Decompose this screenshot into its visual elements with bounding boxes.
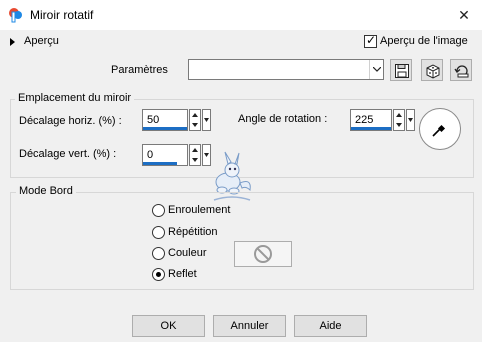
radio-selected-dot xyxy=(156,272,161,277)
close-button[interactable]: ✕ xyxy=(452,4,476,26)
save-preset-button[interactable] xyxy=(390,59,412,81)
preview-expander-label[interactable]: Aperçu xyxy=(24,35,59,47)
dropdown-arrow-icon xyxy=(408,118,413,122)
radio-color-label[interactable]: Couleur xyxy=(168,247,207,259)
horizontal-offset-input[interactable]: 50 xyxy=(142,109,188,131)
angle-needle-icon xyxy=(432,124,446,137)
save-icon xyxy=(395,64,409,78)
horizontal-offset-label: Décalage horiz. (%) : xyxy=(19,115,122,127)
randomize-button[interactable] xyxy=(421,59,443,81)
horizontal-offset-slider-fill xyxy=(143,127,187,130)
chevron-down-icon xyxy=(373,67,381,72)
radio-wrap-label[interactable]: Enroulement xyxy=(168,204,230,216)
rotation-angle-spinner[interactable] xyxy=(393,109,405,131)
window-title: Miroir rotatif xyxy=(30,8,94,22)
spin-down-icon[interactable] xyxy=(394,120,404,130)
spin-down-icon[interactable] xyxy=(190,120,200,130)
preview-checkbox[interactable]: ✓ xyxy=(364,33,377,48)
reset-icon xyxy=(454,65,469,78)
vertical-offset-input[interactable]: 0 xyxy=(142,144,188,166)
dropdown-arrow-icon xyxy=(204,118,209,122)
spin-down-icon[interactable] xyxy=(190,155,200,165)
radio-color[interactable] xyxy=(152,247,165,260)
app-logo-icon xyxy=(8,7,24,23)
radio-reflect[interactable] xyxy=(152,268,165,281)
help-button[interactable]: Aide xyxy=(294,315,367,337)
ok-button[interactable]: OK xyxy=(132,315,205,337)
rotation-angle-input[interactable]: 225 xyxy=(350,109,392,131)
vertical-offset-slider-fill xyxy=(143,162,177,165)
presets-label: Paramètres xyxy=(111,64,168,76)
reset-button[interactable] xyxy=(450,59,472,81)
radio-reflect-label[interactable]: Reflet xyxy=(168,268,197,280)
vertical-offset-spinner[interactable] xyxy=(189,144,201,166)
presets-dropdown-arrow[interactable] xyxy=(369,60,383,79)
checkmark-icon: ✓ xyxy=(366,33,377,47)
spin-up-icon[interactable] xyxy=(394,110,404,120)
radio-repeat[interactable] xyxy=(152,226,165,239)
horizontal-offset-value: 50 xyxy=(147,114,160,126)
spin-up-icon[interactable] xyxy=(190,110,200,120)
rotation-angle-value: 225 xyxy=(355,114,374,126)
presets-combobox[interactable] xyxy=(188,59,384,80)
edge-color-swatch xyxy=(234,241,292,267)
rotation-angle-dropdown[interactable] xyxy=(406,109,415,131)
disabled-icon xyxy=(254,245,272,263)
radio-repeat-label[interactable]: Répétition xyxy=(168,226,218,238)
horizontal-offset-spinner[interactable] xyxy=(189,109,201,131)
vertical-offset-label: Décalage vert. (%) : xyxy=(19,148,117,160)
horizontal-offset-dropdown[interactable] xyxy=(202,109,211,131)
edge-mode-title: Mode Bord xyxy=(16,185,76,197)
expand-arrow-icon[interactable] xyxy=(10,38,15,46)
cancel-button[interactable]: Annuler xyxy=(213,315,286,337)
radio-wrap[interactable] xyxy=(152,204,165,217)
randomize-dice-icon xyxy=(426,64,440,79)
rotation-angle-label: Angle de rotation : xyxy=(238,113,328,125)
mirror-location-title: Emplacement du miroir xyxy=(15,92,135,104)
rotation-angle-slider-fill xyxy=(351,127,391,130)
vertical-offset-value: 0 xyxy=(147,149,154,161)
spin-up-icon[interactable] xyxy=(190,145,200,155)
rotation-angle-dial[interactable] xyxy=(419,108,461,150)
preview-checkbox-label[interactable]: Aperçu de l'image xyxy=(380,35,468,47)
